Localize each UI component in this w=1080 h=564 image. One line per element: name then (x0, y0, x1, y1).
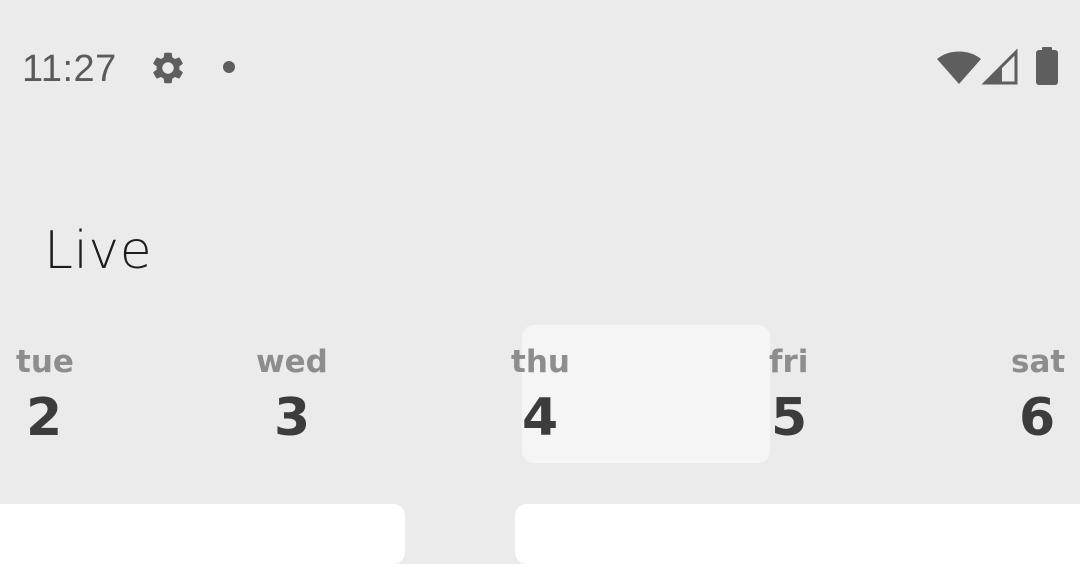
day-item-sat[interactable]: sat 6 (1011, 342, 1080, 451)
day-number: 3 (274, 388, 311, 448)
day-item-thu[interactable]: thu 4 (511, 342, 651, 451)
day-name: fri (769, 344, 809, 380)
wifi-icon (937, 51, 981, 84)
day-name: thu (511, 344, 570, 380)
day-name: tue (16, 344, 74, 380)
status-clock: 11:27 (22, 48, 117, 90)
notification-dot-icon (223, 61, 235, 73)
day-name: wed (256, 344, 328, 380)
day-number: 4 (522, 388, 559, 448)
event-card[interactable] (515, 504, 1080, 564)
page-title: Live (44, 221, 153, 281)
cell-signal-icon (982, 49, 1018, 85)
day-item-wed[interactable]: wed 3 (256, 342, 396, 451)
gear-icon (153, 52, 183, 84)
day-item-tue[interactable]: tue 2 (16, 342, 156, 451)
day-number: 2 (26, 388, 63, 448)
battery-icon (1036, 47, 1058, 85)
day-name: sat (1011, 344, 1066, 380)
day-number: 6 (1019, 388, 1056, 448)
day-selector: tue 2 wed 3 thu 4 fri 5 sat 6 (0, 320, 1080, 470)
day-number: 5 (771, 388, 808, 448)
event-card[interactable] (0, 504, 405, 564)
status-bar: 11:27 (0, 0, 1080, 135)
day-item-fri[interactable]: fri 5 (769, 342, 909, 451)
